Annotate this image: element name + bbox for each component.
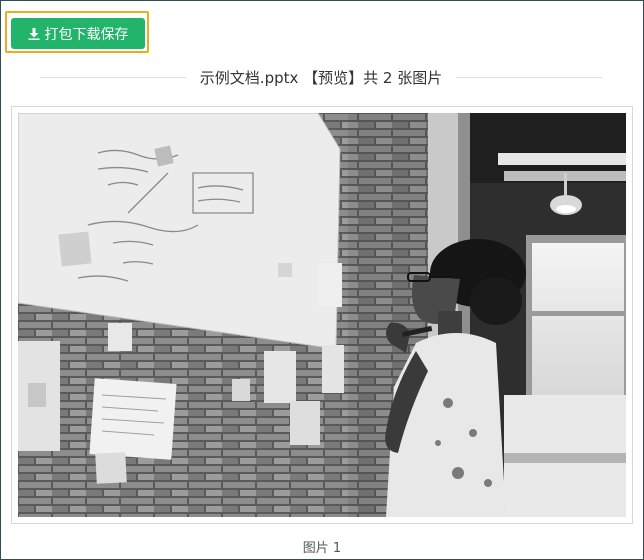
preview-title: 示例文档.pptx 【预览】共 2 张图片 bbox=[199, 68, 443, 87]
title-divider-left bbox=[40, 76, 186, 78]
download-icon bbox=[28, 27, 39, 40]
title-divider-right bbox=[456, 76, 603, 78]
download-all-button[interactable]: 打包下载保存 bbox=[11, 18, 145, 49]
download-button-label: 打包下载保存 bbox=[44, 26, 129, 43]
image-caption: 图片 1 bbox=[302, 541, 342, 556]
image-preview-card bbox=[11, 106, 633, 524]
slide-image[interactable] bbox=[18, 113, 626, 517]
slide-photo-illustration bbox=[18, 113, 626, 517]
preview-title-row: 示例文档.pptx 【预览】共 2 张图片 bbox=[40, 66, 603, 88]
